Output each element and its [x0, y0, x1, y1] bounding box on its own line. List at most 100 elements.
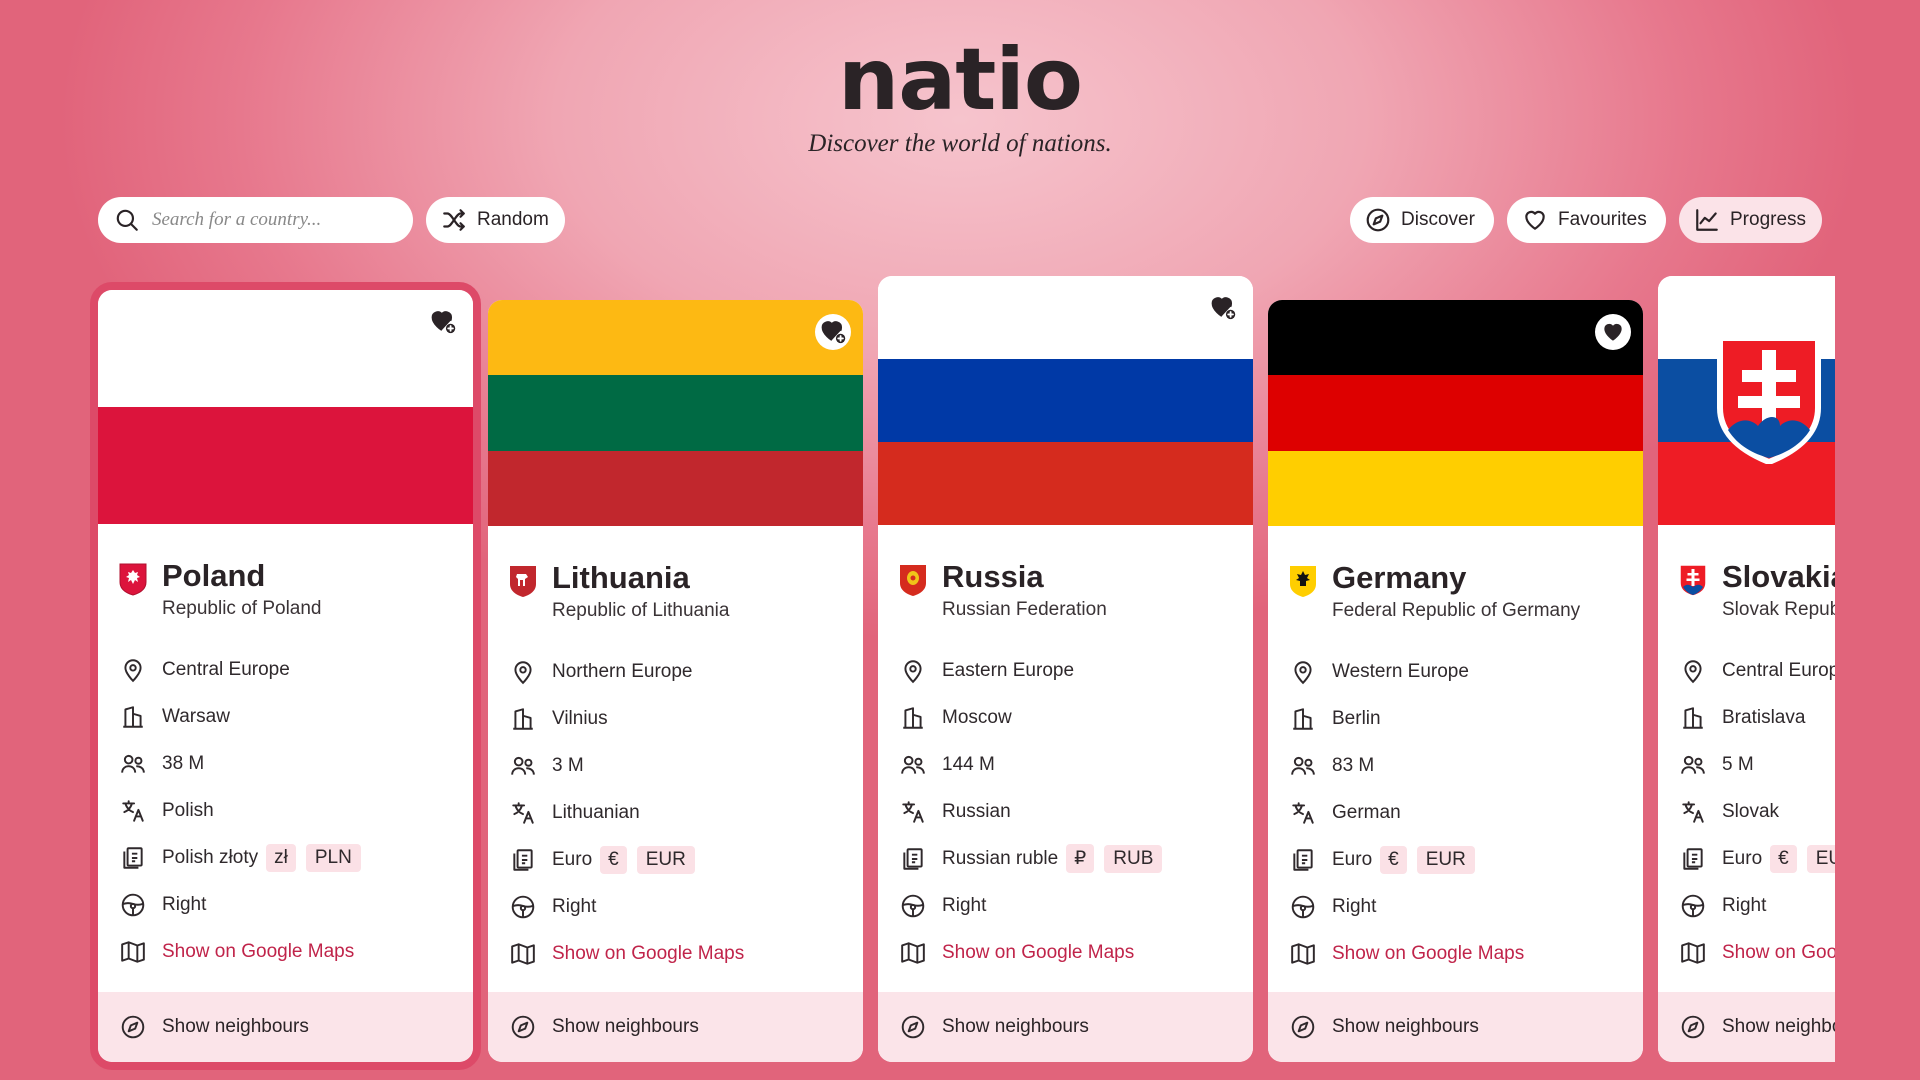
- google-maps-link[interactable]: Show on Google Maps: [552, 943, 744, 965]
- steering-wheel-icon: [901, 894, 925, 917]
- google-maps-link[interactable]: Show on Google Maps: [942, 942, 1134, 964]
- driving-side: Right: [1332, 895, 1377, 917]
- currency-icon: [513, 848, 533, 871]
- country-population: 38 M: [162, 752, 205, 774]
- show-neighbours-button[interactable]: Show neighbours: [1658, 992, 1835, 1062]
- country-currency-row: Russian ruble ₽ RUB: [898, 835, 1233, 882]
- country-official-name: Slovak Republic: [1722, 599, 1835, 620]
- google-maps-link[interactable]: Show on Google Maps: [1722, 942, 1835, 964]
- coat-of-arms-icon: [1288, 564, 1318, 598]
- country-card-poland[interactable]: Poland Republic of Poland Central Europe Wa…: [90, 282, 481, 1070]
- google-maps-link[interactable]: Show on Google Maps: [162, 941, 354, 963]
- country-capital: Berlin: [1332, 707, 1381, 729]
- compass-icon: [1291, 1015, 1315, 1039]
- building-icon: [903, 706, 923, 729]
- country-capital-row: Moscow: [898, 694, 1233, 741]
- add-favourite-icon[interactable]: [425, 304, 461, 340]
- country-capital: Warsaw: [162, 705, 230, 727]
- country-title: Slovakia Slovak Republic: [1678, 559, 1835, 621]
- country-population: 5 M: [1722, 753, 1754, 775]
- country-population-row: 38 M: [118, 740, 453, 787]
- currency-name: Russian ruble: [942, 847, 1059, 869]
- currency-code-badge: EUR: [1806, 844, 1835, 873]
- compass-icon: [901, 1015, 925, 1039]
- google-maps-row: Show on Google Maps: [508, 930, 843, 977]
- show-neighbours-label: Show neighbours: [1722, 1016, 1835, 1037]
- currency-name: Polish złoty: [162, 846, 259, 868]
- country-region: Northern Europe: [552, 660, 693, 682]
- country-name: Slovakia: [1722, 559, 1835, 594]
- country-language: Lithuanian: [552, 801, 640, 823]
- country-flag: [1658, 276, 1835, 525]
- currency-symbol-badge: €: [600, 845, 627, 874]
- google-maps-link[interactable]: Show on Google Maps: [1332, 943, 1524, 965]
- country-region-row: Eastern Europe: [898, 647, 1233, 694]
- country-population: 144 M: [942, 753, 995, 775]
- country-language: German: [1332, 801, 1401, 823]
- country-currency-row: Euro € EUR: [1678, 835, 1835, 882]
- building-icon: [1293, 707, 1313, 730]
- country-flag: [488, 300, 863, 526]
- country-official-name: Federal Republic of Germany: [1332, 600, 1581, 621]
- country-language: Russian: [942, 800, 1011, 822]
- google-maps-row: Show on Google Maps: [1288, 930, 1623, 977]
- country-language-row: Russian: [898, 788, 1233, 835]
- people-icon: [121, 754, 145, 773]
- people-icon: [1681, 755, 1705, 774]
- country-card-germany[interactable]: Germany Federal Republic of Germany Wester…: [1268, 300, 1643, 1062]
- map-icon: [121, 940, 145, 963]
- country-card-lithuania[interactable]: Lithuania Republic of Lithuania Northern E…: [488, 300, 863, 1062]
- country-name: Lithuania: [552, 560, 690, 595]
- show-neighbours-button[interactable]: Show neighbours: [98, 992, 473, 1062]
- show-neighbours-button[interactable]: Show neighbours: [488, 992, 863, 1062]
- country-driving-side-row: Right: [1288, 883, 1623, 930]
- currency-symbol-badge: €: [1380, 845, 1407, 874]
- country-flag: [1268, 300, 1643, 526]
- google-maps-row: Show on Google Maps: [118, 928, 453, 975]
- map-icon: [1291, 942, 1315, 965]
- country-capital-row: Warsaw: [118, 693, 453, 740]
- country-region-row: Western Europe: [1288, 648, 1623, 695]
- add-favourite-icon[interactable]: [1205, 290, 1241, 326]
- country-card-slovakia[interactable]: Slovakia Slovak Republic Central Europe Bra…: [1658, 276, 1835, 1062]
- country-official-name: Republic of Poland: [162, 598, 322, 619]
- country-capital: Moscow: [942, 706, 1012, 728]
- people-icon: [511, 756, 535, 775]
- country-population-row: 144 M: [898, 741, 1233, 788]
- country-region: Western Europe: [1332, 660, 1469, 682]
- country-language-row: German: [1288, 789, 1623, 836]
- country-card-russia[interactable]: Russia Russian Federation Eastern Europe Mo…: [878, 276, 1253, 1062]
- translate-icon: [1682, 800, 1704, 823]
- currency-name: Euro: [552, 848, 593, 870]
- currency-symbol-badge: zł: [266, 843, 296, 872]
- currency-code-badge: RUB: [1104, 844, 1163, 873]
- building-icon: [513, 707, 533, 730]
- country-capital: Bratislava: [1722, 706, 1806, 728]
- coat-of-arms-icon: [1678, 563, 1708, 597]
- location-pin-icon: [1294, 660, 1312, 684]
- country-name: Russia: [942, 559, 1044, 594]
- show-neighbours-label: Show neighbours: [1332, 1016, 1479, 1037]
- add-favourite-icon[interactable]: [815, 314, 851, 350]
- currency-symbol-badge: €: [1770, 844, 1797, 873]
- driving-side: Right: [162, 893, 207, 915]
- building-icon: [1683, 706, 1703, 729]
- show-neighbours-button[interactable]: Show neighbours: [878, 992, 1253, 1062]
- location-pin-icon: [124, 658, 142, 682]
- show-neighbours-label: Show neighbours: [942, 1016, 1089, 1037]
- steering-wheel-icon: [121, 893, 145, 916]
- currency-icon: [903, 847, 923, 870]
- country-population-row: 5 M: [1678, 741, 1835, 788]
- translate-icon: [512, 801, 534, 824]
- favourite-filled-icon[interactable]: [1595, 314, 1631, 350]
- people-icon: [901, 755, 925, 774]
- location-pin-icon: [514, 660, 532, 684]
- country-population: 3 M: [552, 754, 584, 776]
- country-region-row: Northern Europe: [508, 648, 843, 695]
- flag-coat-of-arms: [1716, 334, 1822, 469]
- translate-icon: [122, 799, 144, 822]
- country-capital-row: Vilnius: [508, 695, 843, 742]
- show-neighbours-button[interactable]: Show neighbours: [1268, 992, 1643, 1062]
- location-pin-icon: [1684, 659, 1702, 683]
- coat-of-arms-icon: [118, 562, 148, 596]
